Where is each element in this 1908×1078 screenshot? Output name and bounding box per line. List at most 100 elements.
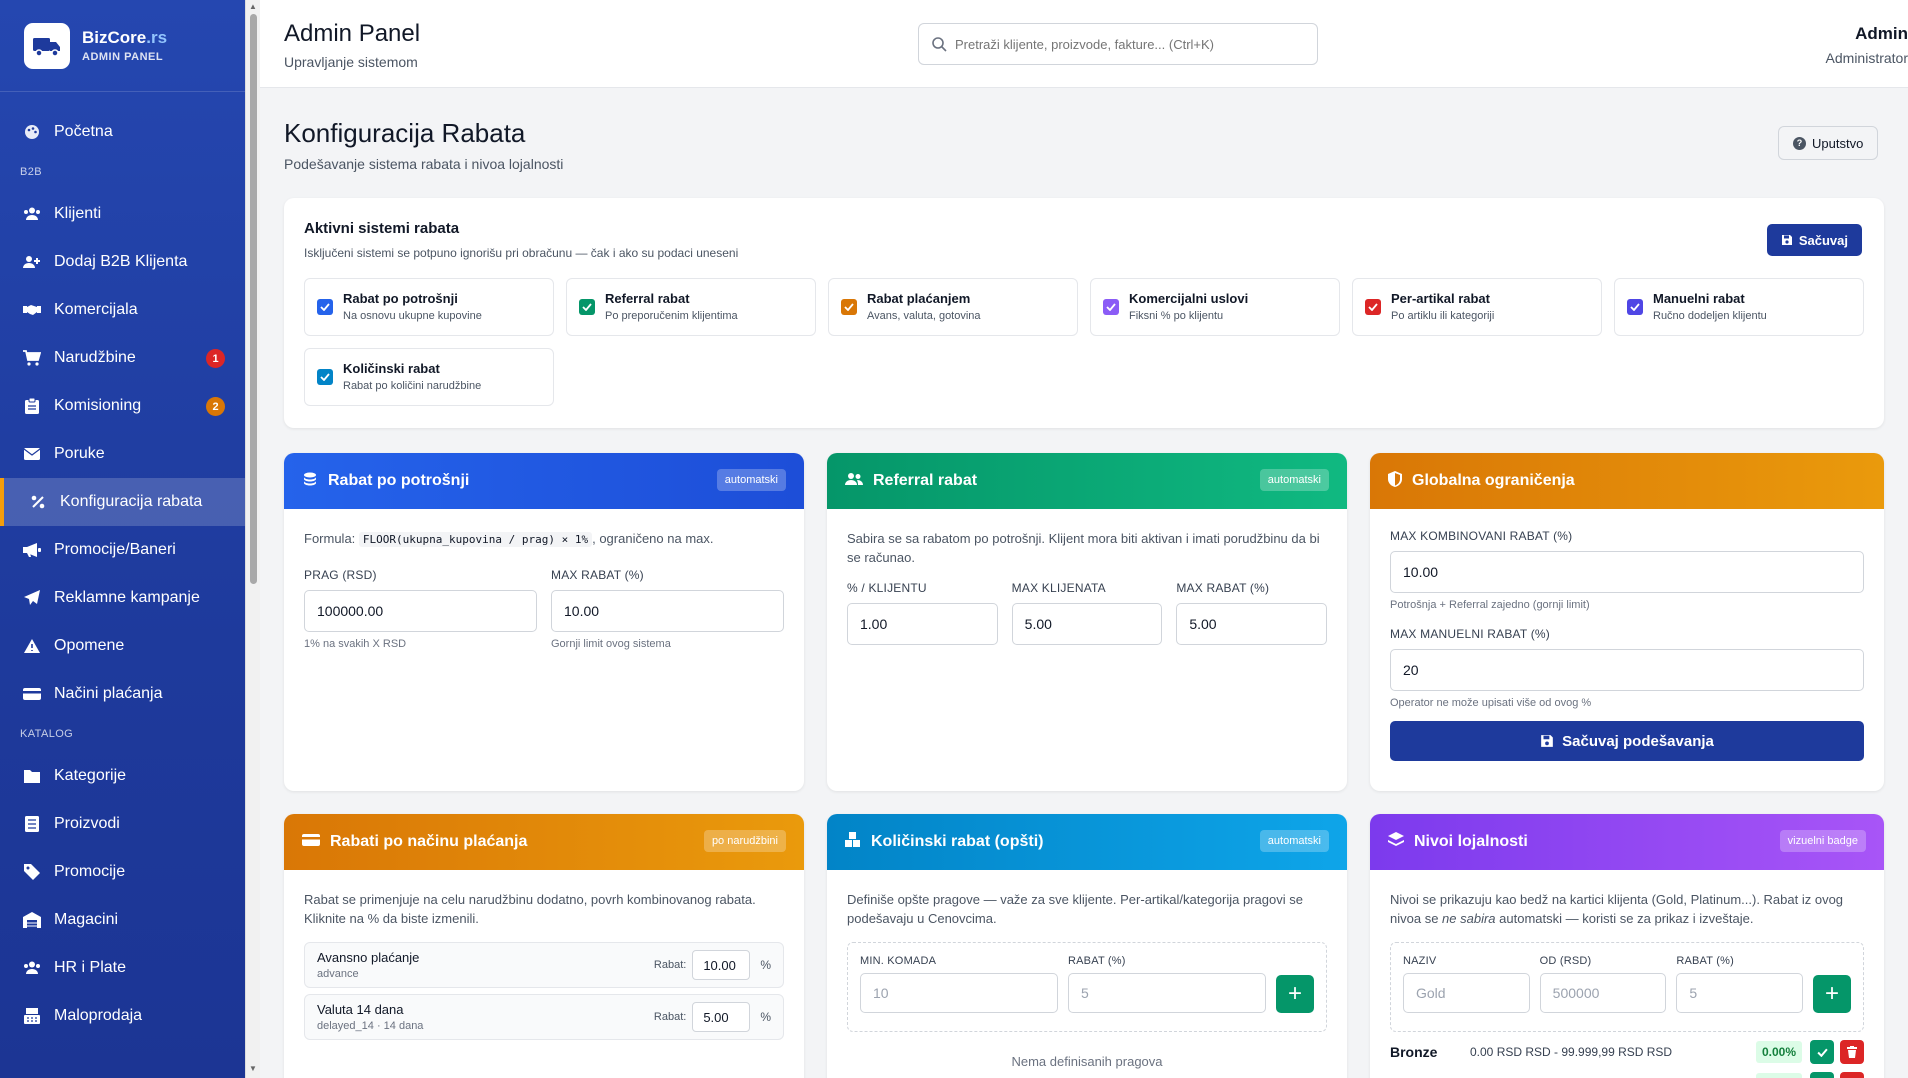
sidebar-item-konfiguracija-rabata[interactable]: Konfiguracija rabata xyxy=(0,478,245,526)
search-input[interactable] xyxy=(955,36,1295,52)
add-tier-button[interactable]: + xyxy=(1813,975,1852,1013)
save-systems-button[interactable]: Sačuvaj xyxy=(1766,224,1862,256)
user-menu[interactable]: Admin Administrator xyxy=(1826,24,1908,66)
sidebar-item-promocije-baneri[interactable]: Promocije/Baneri xyxy=(0,526,245,574)
plus-icon: + xyxy=(1287,980,1302,1007)
confirm-button[interactable] xyxy=(1810,1040,1834,1064)
min-qty-label: MIN. KOMADA xyxy=(860,955,937,967)
box-icon xyxy=(22,814,42,834)
clipboard-icon xyxy=(22,396,42,416)
checkbox-checked-icon[interactable] xyxy=(1103,299,1119,315)
rabat-label: Rabat: xyxy=(653,959,687,971)
checkbox-checked-icon[interactable] xyxy=(579,299,595,315)
system-toggle[interactable]: Per-artikal rabat Po artiklu ili kategori… xyxy=(1352,278,1602,336)
checkbox-checked-icon[interactable] xyxy=(1365,299,1381,315)
payment-panel-header: Rabati po načinu plaćanja po narudžbini xyxy=(284,814,804,870)
system-toggle[interactable]: Rabat po potrošnji Na osnovu ukupne kupov… xyxy=(304,278,554,336)
brand-name: BizCore.rs xyxy=(82,28,168,47)
sidebar-item-na-ini-pla-anja[interactable]: Načini plaćanja xyxy=(0,670,245,718)
sidebar-item-label: Kategorije xyxy=(54,767,127,784)
sidebar-item-komercijala[interactable]: Komercijala xyxy=(0,286,245,334)
scrollbar-thumb[interactable] xyxy=(250,14,257,584)
delete-button[interactable] xyxy=(1840,1072,1864,1078)
manual-hint: Operator ne može upisati više od ovog % xyxy=(1390,697,1592,709)
save-settings-button[interactable]: Sačuvaj podešavanja xyxy=(1390,721,1864,761)
sidebar-item-hr-i-plate[interactable]: HR i Plate xyxy=(0,944,245,992)
loyalty-tier-row: Bronze 0.00 RSD RSD - 99.999,99 RSD RSD 0.… xyxy=(1390,1038,1864,1066)
active-systems-card: Aktivni sistemi rabata Isključeni sistem… xyxy=(284,198,1884,428)
help-button[interactable]: ? Uputstvo xyxy=(1778,126,1879,160)
palette-icon xyxy=(22,122,42,142)
confirm-button[interactable] xyxy=(1810,1072,1834,1078)
percent-icon xyxy=(28,492,48,512)
qty-rabat-label: RABAT (%) xyxy=(1068,955,1126,967)
sidebar-item-magacini[interactable]: Magacini xyxy=(0,896,245,944)
qty-rabat-input[interactable]: 5 xyxy=(1068,973,1266,1013)
delete-button[interactable] xyxy=(1840,1040,1864,1064)
system-name: Količinski rabat xyxy=(343,361,440,376)
sidebar-item-poruke[interactable]: Poruke xyxy=(0,430,245,478)
search-icon xyxy=(932,37,947,52)
card-icon xyxy=(22,684,42,704)
brand[interactable]: BizCore.rs ADMIN PANEL xyxy=(0,0,245,92)
sidebar-item-maloprodaja[interactable]: Maloprodaja xyxy=(0,992,245,1040)
combined-hint: Potrošnja + Referral zajedno (gornji lim… xyxy=(1390,599,1590,611)
register-icon xyxy=(22,1006,42,1026)
sidebar-item-po-etna[interactable]: Početna xyxy=(0,108,245,156)
combined-input[interactable]: 10.00 xyxy=(1390,551,1864,593)
checkbox-checked-icon[interactable] xyxy=(317,369,333,385)
search-box[interactable] xyxy=(918,23,1318,65)
system-toggle[interactable]: Količinski rabat Rabat po količini narudž… xyxy=(304,348,554,406)
tier-rabat-input[interactable]: 5 xyxy=(1676,973,1804,1013)
referral-desc: Sabira se sa rabatom po potrošnji. Klije… xyxy=(847,531,1320,565)
payment-rabat-input[interactable]: 5.00 xyxy=(692,1002,751,1032)
payment-desc: Rabat se primenjuje na celu narudžbinu d… xyxy=(304,892,756,926)
spend-max-input[interactable]: 10.00 xyxy=(551,590,784,632)
tier-od-input[interactable]: 500000 xyxy=(1539,973,1667,1013)
quantity-empty: Nema definisanih pragova xyxy=(1011,1054,1163,1069)
referral-max-clients-input[interactable]: 5.00 xyxy=(1011,603,1163,645)
paper-plane-icon xyxy=(22,588,42,608)
payment-method-name: Valuta 14 dana xyxy=(317,1002,404,1017)
system-desc: Po preporučenim klijentima xyxy=(605,310,738,322)
sidebar-item-label: Poruke xyxy=(54,445,105,462)
user-name: Admin xyxy=(1855,24,1908,43)
scroll-up-icon[interactable]: ▲ xyxy=(249,2,257,11)
sidebar-item-proizvodi[interactable]: Proizvodi xyxy=(0,800,245,848)
sidebar-item-label: Komisioning xyxy=(54,397,142,414)
layers-icon xyxy=(1388,831,1404,853)
system-toggle[interactable]: Komercijalni uslovi Fiksni % po klijentu xyxy=(1090,278,1340,336)
system-toggle[interactable]: Rabat plaćanjem Avans, valuta, gotovina xyxy=(828,278,1078,336)
add-threshold-button[interactable]: + xyxy=(1276,975,1314,1013)
referral-max-input[interactable]: 5.00 xyxy=(1176,603,1328,645)
sidebar-item-komisioning[interactable]: Komisioning 2 xyxy=(0,382,245,430)
referral-badge: automatski xyxy=(1259,469,1329,491)
sidebar-item-kategorije[interactable]: Kategorije xyxy=(0,752,245,800)
cart-icon xyxy=(22,348,42,368)
sidebar-scrollbar[interactable]: ▲ ▼ xyxy=(245,0,260,1078)
loyalty-title: Nivoi lojalnosti xyxy=(1414,833,1528,850)
tier-name-input[interactable]: Gold xyxy=(1403,973,1530,1013)
sidebar-item-narud-bine[interactable]: Narudžbine 1 xyxy=(0,334,245,382)
prag-input[interactable]: 100000.00 xyxy=(304,590,537,632)
system-desc: Ručno dodeljen klijentu xyxy=(1653,310,1767,322)
sidebar-item-opomene[interactable]: Opomene xyxy=(0,622,245,670)
sidebar-item-reklamne-kampanje[interactable]: Reklamne kampanje xyxy=(0,574,245,622)
system-toggle[interactable]: Referral rabat Po preporučenim klijentima xyxy=(566,278,816,336)
checkbox-checked-icon[interactable] xyxy=(317,299,333,315)
handshake-icon xyxy=(22,300,42,320)
checkbox-checked-icon[interactable] xyxy=(841,299,857,315)
referral-pct-input[interactable]: 1.00 xyxy=(847,603,998,645)
system-desc: Fiksni % po klijentu xyxy=(1129,310,1224,322)
min-qty-input[interactable]: 10 xyxy=(860,973,1058,1013)
sidebar-item-promocije[interactable]: Promocije xyxy=(0,848,245,896)
system-name: Rabat po potrošnji xyxy=(343,291,458,306)
payment-rabat-input[interactable]: 10.00 xyxy=(692,950,751,980)
systems-title: Aktivni sistemi rabata xyxy=(304,220,460,237)
manual-input[interactable]: 20 xyxy=(1390,649,1864,691)
scroll-down-icon[interactable]: ▼ xyxy=(249,1064,257,1073)
checkbox-checked-icon[interactable] xyxy=(1627,299,1643,315)
sidebar-item-dodaj-b2b-klijenta[interactable]: Dodaj B2B Klijenta xyxy=(0,238,245,286)
system-toggle[interactable]: Manuelni rabat Ručno dodeljen klijentu xyxy=(1614,278,1864,336)
sidebar-item-klijenti[interactable]: Klijenti xyxy=(0,190,245,238)
